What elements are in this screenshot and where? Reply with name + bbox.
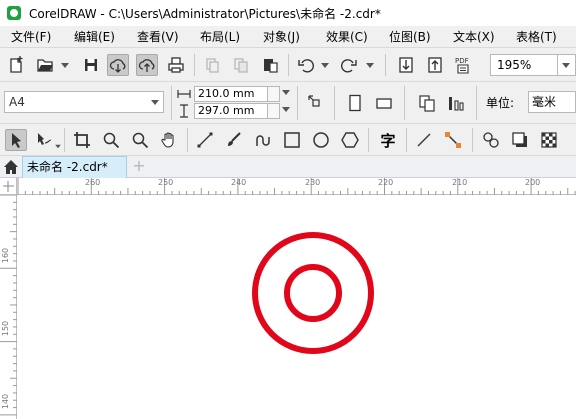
window-title: CorelDRAW - C:\Users\Administrator\Pictu… [29,6,381,21]
ruler-label: 210 [452,178,468,187]
page-width-input[interactable]: 210.0 mm [194,86,268,102]
inner-ring-shape[interactable] [284,264,342,322]
print-icon[interactable] [165,54,187,76]
blend-tool-icon[interactable] [480,129,502,151]
paste-icon[interactable] [259,54,281,76]
menu-bar: 文件(F) 编辑(E) 查看(V) 布局(L) 对象(J) 效果(C) 位图(B… [0,26,576,48]
unit-label: 单位: [486,96,515,110]
home-icon[interactable] [0,156,22,178]
shadow-tool-icon[interactable] [509,129,531,151]
landscape-orientation-icon[interactable] [373,92,395,114]
zoom-out-icon[interactable] [129,129,151,151]
coreldraw-logo-icon [7,6,21,20]
redo-dropdown-arrow[interactable] [366,63,374,68]
vertical-ruler[interactable]: 160 150 140 [0,195,17,419]
ruler-label: 150 [1,320,11,337]
ruler-label: 260 [85,178,101,187]
chevron-down-icon [282,90,290,95]
toolbox: 字 [0,124,576,156]
cloud-download-icon[interactable] [107,54,129,76]
title-bar: CorelDRAW - C:\Users\Administrator\Pictu… [0,0,576,26]
pan-tool-icon[interactable] [158,129,180,151]
crop-tool-icon[interactable] [71,129,93,151]
copy-icon[interactable] [230,54,252,76]
page-orientation-target-icon[interactable] [305,92,327,114]
current-page-icon[interactable] [445,92,467,114]
height-spinner[interactable] [268,103,280,119]
drawing-canvas[interactable] [18,196,576,419]
pdf-label: PDF [455,57,469,65]
undo-icon[interactable] [295,54,317,76]
dimension-tool-icon[interactable] [442,129,464,151]
new-tab-button[interactable]: + [130,156,148,178]
width-spinner[interactable] [268,86,280,102]
zoom-dropdown-button[interactable] [558,54,576,76]
menu-table[interactable]: 表格(T) [516,26,557,48]
menu-view[interactable]: 查看(V) [137,26,179,48]
redo-icon[interactable] [338,54,360,76]
horizontal-ruler[interactable]: 260 250 240 230 220 210 200 [0,178,576,195]
width-icon [177,87,191,101]
all-pages-icon[interactable] [416,92,438,114]
chevron-down-icon [562,63,570,68]
polygon-tool-icon[interactable] [339,129,361,151]
ruler-label: 220 [378,178,394,187]
menu-text[interactable]: 文本(X) [453,26,495,48]
cloud-upload-icon[interactable] [136,54,158,76]
line-tool-icon[interactable] [194,129,216,151]
connector-tool-icon[interactable] [413,129,435,151]
brush-tool-icon[interactable] [223,129,245,151]
menu-object[interactable]: 对象(J) [263,26,300,48]
menu-file[interactable]: 文件(F) [11,26,51,48]
zoom-level-input[interactable]: 195% [490,54,558,76]
open-dropdown-arrow[interactable] [61,63,69,68]
import-icon[interactable] [395,54,417,76]
chevron-down-icon [151,100,159,105]
page-height-input[interactable]: 297.0 mm [194,103,268,119]
export-icon[interactable] [424,54,446,76]
ruler-origin-corner[interactable] [0,178,17,195]
ruler-label: 250 [158,178,174,187]
shape-tool-icon[interactable] [33,129,55,151]
outer-ring-shape[interactable] [252,232,374,354]
menu-bitmaps[interactable]: 位图(B) [389,26,431,48]
transparency-tool-icon[interactable] [538,129,560,151]
unit-select[interactable]: 毫米 [528,91,576,113]
undo-dropdown-arrow[interactable] [321,63,329,68]
save-icon[interactable] [80,54,102,76]
pick-tool-icon[interactable] [5,129,27,151]
rectangle-tool-icon[interactable] [281,129,303,151]
ruler-ticks [0,195,17,416]
ruler-label: 230 [305,178,321,187]
menu-layout[interactable]: 布局(L) [200,26,240,48]
page-size-select[interactable]: A4 [4,91,164,113]
canvas-drawing [252,232,374,354]
standard-toolbar: PDF 195% [0,48,576,82]
cut-icon[interactable] [201,54,223,76]
publish-pdf-icon[interactable]: PDF [453,54,475,76]
curve-tool-icon[interactable] [252,129,274,151]
document-tab-active[interactable]: 未命名 -2.cdr* [22,156,127,178]
ruler-label: 240 [231,178,247,187]
zoom-tool-icon[interactable] [100,129,122,151]
ruler-label: 140 [1,393,11,410]
open-folder-icon[interactable] [34,54,56,76]
height-icon [177,104,191,118]
flyout-arrow[interactable] [55,144,61,149]
ruler-label: 200 [525,178,541,187]
ellipse-tool-icon[interactable] [310,129,332,151]
document-tab-bar: 未命名 -2.cdr* + [0,156,576,178]
menu-edit[interactable]: 编辑(E) [74,26,115,48]
chevron-down-icon [282,107,290,112]
ruler-label: 160 [1,247,11,264]
new-document-icon[interactable] [5,54,27,76]
text-tool-icon[interactable]: 字 [377,129,399,151]
coreldraw-window: CorelDRAW - C:\Users\Administrator\Pictu… [0,0,576,419]
menu-effects[interactable]: 效果(C) [326,26,368,48]
portrait-orientation-icon[interactable] [344,92,366,114]
